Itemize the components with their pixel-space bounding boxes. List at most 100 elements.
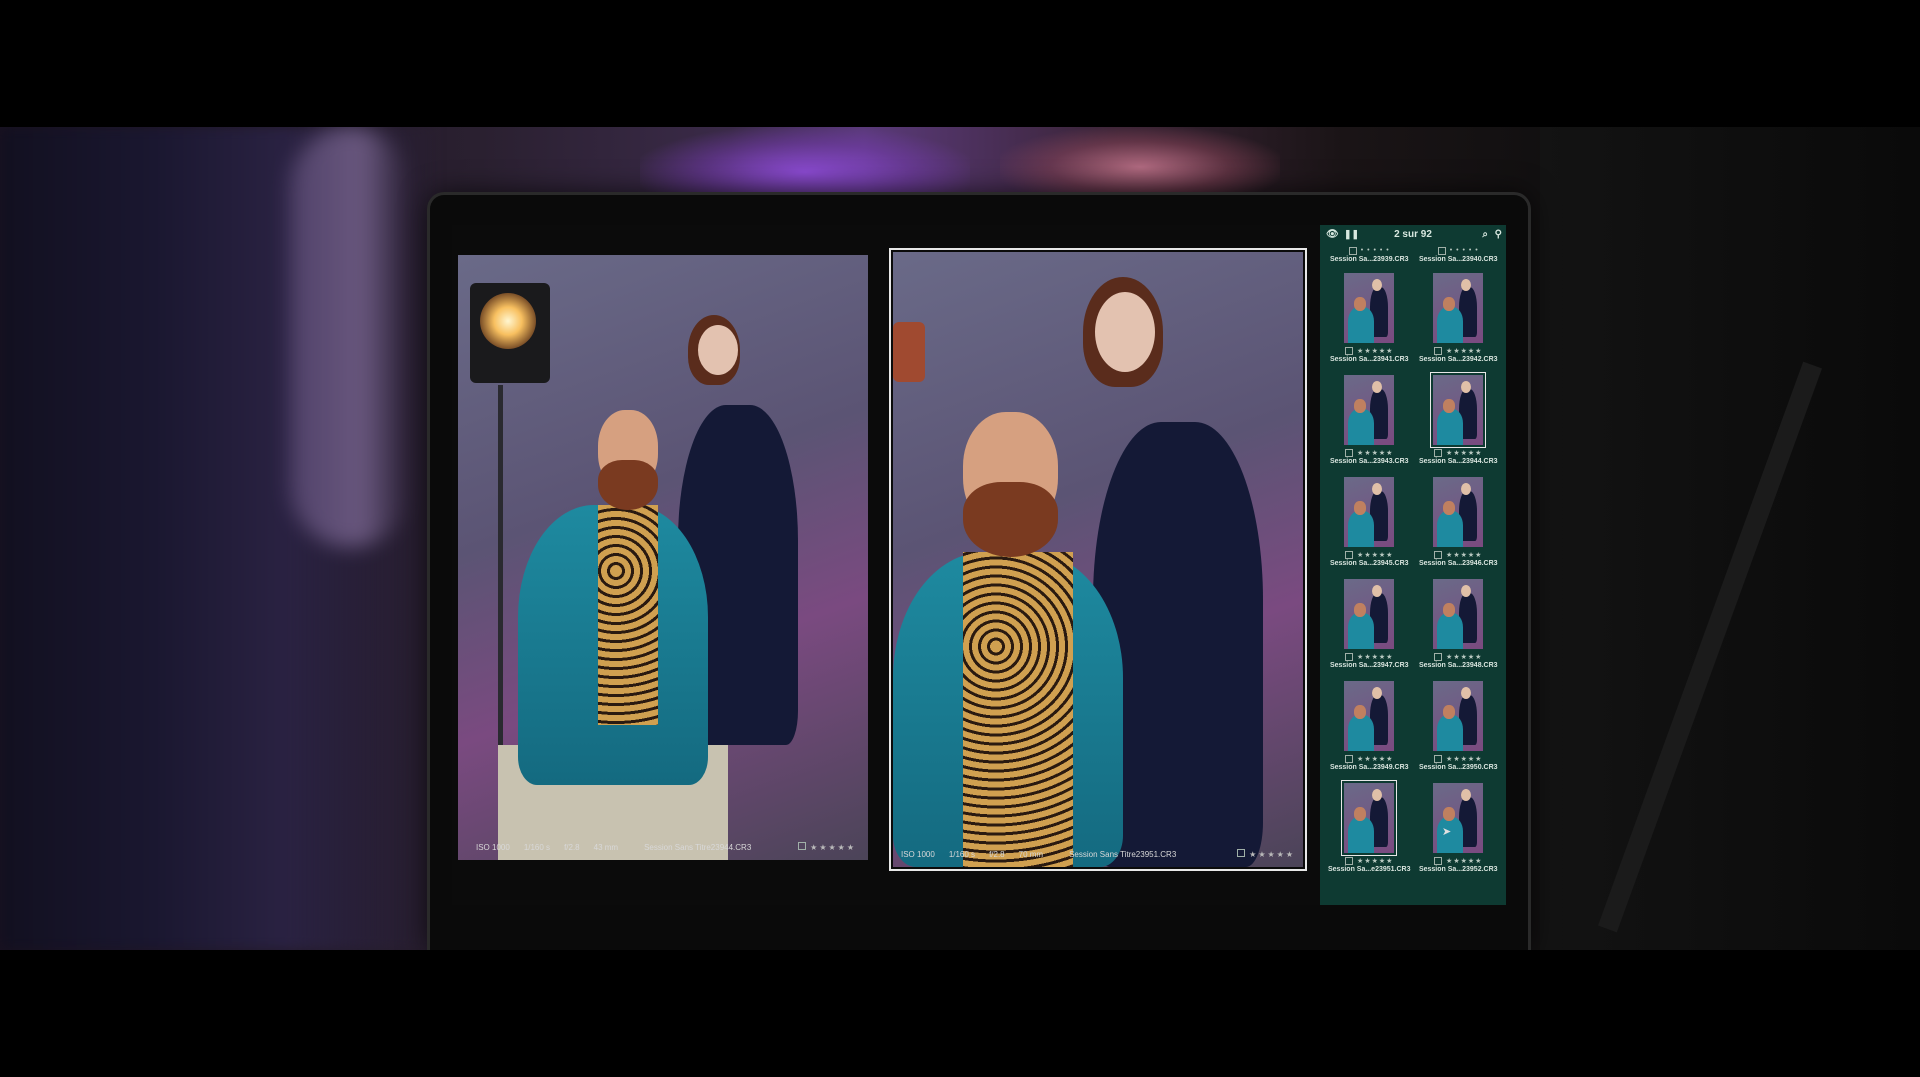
thumbnail-image[interactable] [1433,477,1484,547]
list-item[interactable]: ★★★★★ Session Sa...23944.CR3 [1419,371,1499,473]
rating-stars[interactable]: ★★★★★ [810,843,856,852]
select-checkbox[interactable] [1437,246,1446,255]
thumb-rating[interactable]: ★★★★★ [1345,652,1393,661]
list-item[interactable]: ★★★★★ Session Sa...23942.CR3 [1419,269,1499,371]
thumb-rating[interactable]: ★★★★★ [1434,856,1482,865]
thumb-filename: Session Sa...23940.CR3 [1418,256,1498,263]
rating-stars[interactable]: ★★★★★ [1357,347,1393,355]
rating-dots[interactable]: • • • • • [1450,247,1479,254]
rating-dots[interactable]: • • • • • [1361,247,1390,254]
thumb-rating[interactable]: ★★★★★ [1345,856,1393,865]
laptop-screen: ISO 1000 1/160 s f/2.8 43 mm Session San… [452,225,1506,905]
thumb-rating[interactable]: ★★★★★ [1434,448,1482,457]
select-checkbox[interactable] [1236,849,1245,857]
thumb-man-jacket [1348,409,1375,445]
rating-stars[interactable]: ★★★★★ [1357,551,1393,559]
pause-icon[interactable]: ❚❚ [1344,229,1359,240]
aperture-value: f/2.8 [989,849,1005,859]
rating-stars[interactable]: ★★★★★ [1357,449,1393,457]
list-item[interactable]: ★★★★★ Session Sa...23941.CR3 [1328,269,1411,371]
thumb-man-face [1443,399,1456,413]
thumb-rating[interactable]: • • • • • [1437,246,1479,255]
select-checkbox[interactable] [1434,346,1443,355]
rating-stars[interactable]: ★★★★★ [1446,653,1482,661]
thumb-man-face [1354,501,1367,515]
thumb-man-jacket [1437,307,1464,343]
rating-stars[interactable]: ★★★★★ [1446,347,1482,355]
select-checkbox[interactable] [1345,550,1354,559]
select-checkbox[interactable] [1434,448,1443,457]
rating-stars[interactable]: ★★★★★ [1446,857,1482,865]
thumbnail-image[interactable] [1433,783,1484,853]
thumb-filename: Session Sa...23949.CR3 [1329,764,1409,771]
list-item[interactable]: ★★★★★ Session Sa...23952.CR3 [1419,779,1499,881]
thumbnail-image[interactable] [1341,780,1398,856]
thumb-rating[interactable]: ★★★★★ [1345,346,1393,355]
rating-stars[interactable]: ★★★★★ [1446,449,1482,457]
list-item[interactable]: ★★★★★ Session Sa...e23951.CR3 [1328,779,1411,881]
select-checkbox[interactable] [1434,652,1443,661]
thumbnail-image[interactable] [1433,579,1484,649]
studio-light-fixture [893,322,925,382]
list-item[interactable]: ★★★★★ Session Sa...23945.CR3 [1328,473,1411,575]
select-checkbox[interactable] [1434,550,1443,559]
list-item[interactable]: ★★★★★ Session Sa...23949.CR3 [1328,677,1411,779]
photo-preview-left[interactable]: ISO 1000 1/160 s f/2.8 43 mm Session San… [458,255,868,860]
thumb-rating[interactable]: ★★★★★ [1434,346,1482,355]
rating-stars[interactable]: ★★★★★ [1357,857,1393,865]
thumb-rating[interactable]: ★★★★★ [1434,550,1482,559]
rating-stars[interactable]: ★★★★★ [1357,653,1393,661]
thumb-rating[interactable]: ★★★★★ [1434,652,1482,661]
thumbnail-image[interactable] [1344,681,1395,751]
thumb-man-jacket [1437,409,1464,445]
list-item[interactable]: ★★★★★ Session Sa...23950.CR3 [1419,677,1499,779]
star-rating[interactable]: ★★★★★ [797,842,856,852]
rating-stars[interactable]: ★★★★★ [1446,551,1482,559]
select-checkbox[interactable] [1348,246,1357,255]
list-item[interactable]: ★★★★★ Session Sa...23943.CR3 [1328,371,1411,473]
eye-icon[interactable]: 👁 [1326,229,1339,240]
list-item[interactable]: ★★★★★ Session Sa...23948.CR3 [1419,575,1499,677]
thumb-filename: Session Sa...23946.CR3 [1418,560,1498,567]
thumbnail-image[interactable] [1344,579,1395,649]
thumb-man-jacket [1437,613,1464,649]
thumb-rating[interactable]: ★★★★★ [1345,448,1393,457]
thumbnail-image[interactable] [1430,372,1487,448]
thumb-rating[interactable]: ★★★★★ [1345,550,1393,559]
zoom-icon[interactable]: ⚲ [1495,229,1502,240]
select-checkbox[interactable] [1345,448,1354,457]
select-checkbox[interactable] [1345,754,1354,763]
photo-preview-right-selected[interactable]: ISO 1000 1/160 s f/2.8 70 mm Session San… [889,248,1307,871]
letterbox-bottom [0,950,1920,1077]
dark-studio-equipment [1540,127,1920,950]
thumb-filename: Session Sa...e23951.CR3 [1328,866,1411,873]
select-checkbox[interactable] [1345,346,1354,355]
thumb-rating[interactable]: • • • • • [1348,246,1390,255]
list-item[interactable]: • • • • • Session Sa...23939.CR3 [1328,243,1411,269]
list-item[interactable]: ★★★★★ Session Sa...23946.CR3 [1419,473,1499,575]
iso-value: ISO 1000 [901,849,935,859]
leopard-shirt [963,552,1073,867]
thumbnail-image[interactable] [1344,273,1395,343]
select-checkbox[interactable] [1345,856,1354,865]
blurred-arm [290,127,410,547]
select-checkbox[interactable] [1345,652,1354,661]
rating-stars[interactable]: ★★★★★ [1249,850,1295,859]
rating-stars[interactable]: ★★★★★ [1446,755,1482,763]
select-checkbox[interactable] [1434,856,1443,865]
thumbnail-image[interactable] [1344,477,1395,547]
leopard-shirt [598,505,658,725]
thumb-rating[interactable]: ★★★★★ [1434,754,1482,763]
thumb-man-jacket [1348,511,1375,547]
thumbnail-image[interactable] [1433,681,1484,751]
star-rating[interactable]: ★★★★★ [1236,849,1295,859]
thumbnail-image[interactable] [1433,273,1484,343]
list-item[interactable]: • • • • • Session Sa...23940.CR3 [1419,243,1499,269]
thumb-rating[interactable]: ★★★★★ [1345,754,1393,763]
select-checkbox[interactable] [1434,754,1443,763]
list-item[interactable]: ★★★★★ Session Sa...23947.CR3 [1328,575,1411,677]
search-icon[interactable]: ⌕ [1482,229,1488,240]
select-checkbox[interactable] [797,842,806,850]
thumbnail-image[interactable] [1344,375,1395,445]
rating-stars[interactable]: ★★★★★ [1357,755,1393,763]
